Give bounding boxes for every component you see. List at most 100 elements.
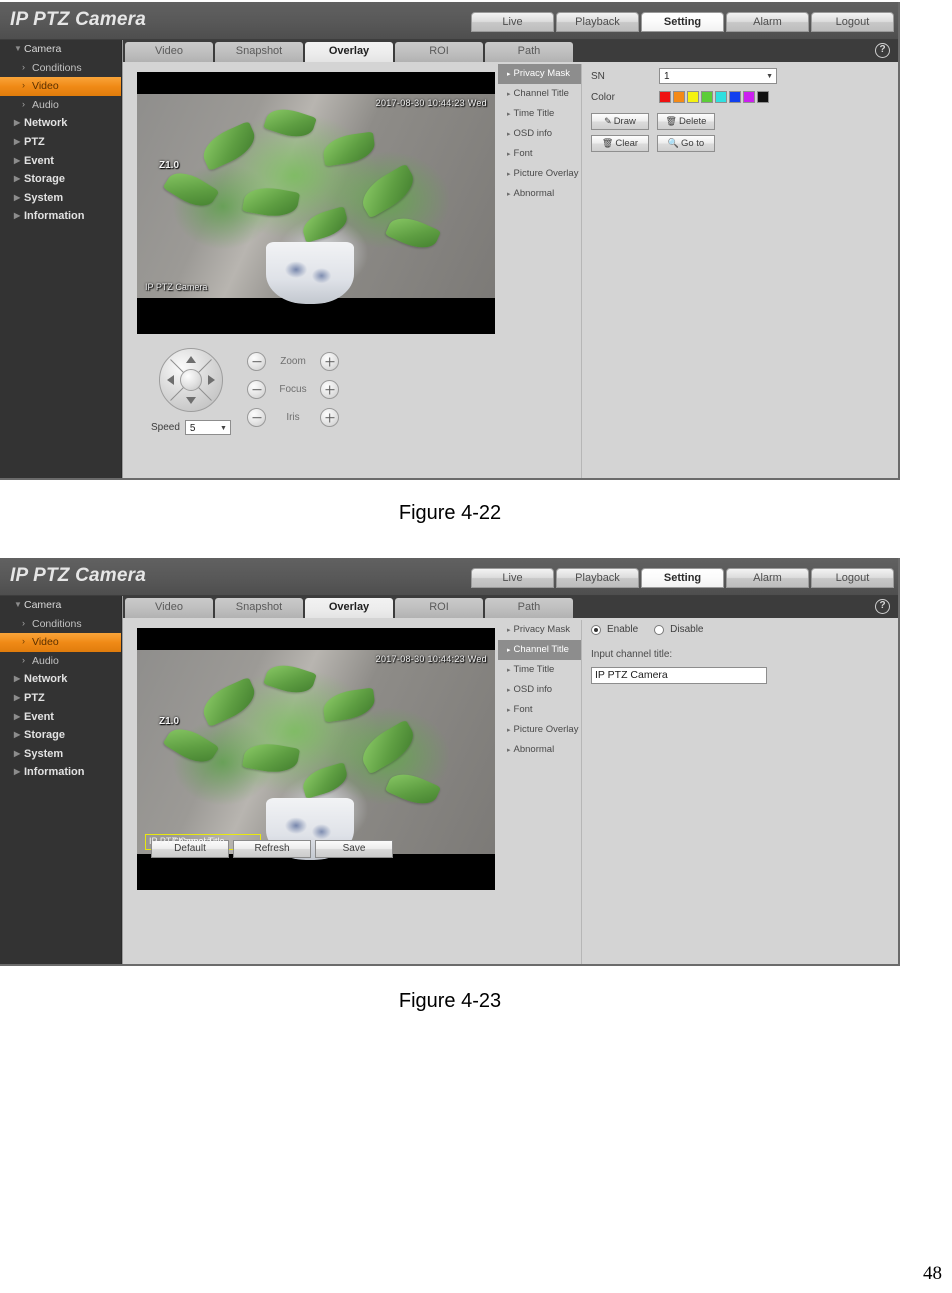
speed-select[interactable]: 5 <box>184 420 231 435</box>
overlay-item-privacy-mask[interactable]: ▸ Privacy Mask <box>498 64 581 84</box>
ptz-direction-pad[interactable] <box>159 348 223 412</box>
color-swatch-group[interactable] <box>659 91 769 103</box>
help-icon[interactable]: ? <box>875 43 890 58</box>
go-to-button[interactable]: 🔍 Go to <box>657 135 715 152</box>
enable-radio[interactable] <box>591 624 601 635</box>
color-swatch-green[interactable] <box>701 91 713 103</box>
topnav-alarm-2[interactable]: Alarm <box>726 568 809 588</box>
top-navigation[interactable]: Live Playback Setting Alarm Logout <box>471 12 894 32</box>
sidebar-item-ptz-2[interactable]: ▶ PTZ <box>0 689 121 708</box>
speed-control: Speed 5 <box>151 420 231 435</box>
tab-roi[interactable]: ROI <box>395 42 483 62</box>
clear-button[interactable]: 🗑 Clear <box>591 135 649 152</box>
tab-bar-2[interactable]: Video Snapshot Overlay ROI Path ? <box>123 596 898 618</box>
sidebar-item-ptz[interactable]: ▶ PTZ <box>0 133 121 152</box>
tab-overlay-2[interactable]: Overlay <box>305 598 393 618</box>
help-icon-2[interactable]: ? <box>875 599 890 614</box>
topnav-playback-2[interactable]: Playback <box>556 568 639 588</box>
focus-minus-icon[interactable] <box>247 380 266 399</box>
tab-bar[interactable]: Video Snapshot Overlay ROI Path ? <box>123 40 898 62</box>
topnav-live-2[interactable]: Live <box>471 568 554 588</box>
sidebar-item-video-2[interactable]: › Video <box>0 633 121 652</box>
color-swatch-cyan[interactable] <box>715 91 727 103</box>
sidebar-item-event-2[interactable]: ▶ Event <box>0 708 121 727</box>
tab-overlay[interactable]: Overlay <box>305 42 393 62</box>
overlay-item-channel-title[interactable]: ▸ Channel Title <box>498 84 581 104</box>
overlay-item-font-2[interactable]: ▸ Font <box>498 700 581 720</box>
overlay-item-osd-info[interactable]: ▸ OSD info <box>498 124 581 144</box>
video-preview[interactable]: 2017-08-30 10:44:23 Wed Z1.0 IP PTZ Came… <box>137 72 495 334</box>
topnav-alarm[interactable]: Alarm <box>726 12 809 32</box>
refresh-button[interactable]: Refresh <box>233 840 311 858</box>
overlay-item-abnormal-2[interactable]: ▸ Abnormal <box>498 740 581 760</box>
sidebar-item-conditions-2[interactable]: › Conditions <box>0 615 121 634</box>
tab-path-2[interactable]: Path <box>485 598 573 618</box>
sidebar-item-storage[interactable]: ▶ Storage <box>0 170 121 189</box>
sidebar-item-information-2[interactable]: ▶ Information <box>0 763 121 782</box>
zoom-plus-icon[interactable] <box>320 352 339 371</box>
sidebar-item-audio[interactable]: › Audio <box>0 96 121 115</box>
ptz-left-icon[interactable] <box>167 375 174 385</box>
overlay-item-font[interactable]: ▸ Font <box>498 144 581 164</box>
topnav-setting[interactable]: Setting <box>641 12 724 32</box>
ptz-up-icon[interactable] <box>186 356 196 363</box>
color-swatch-black[interactable] <box>757 91 769 103</box>
overlay-item-picture-overlay[interactable]: ▸ Picture Overlay <box>498 164 581 184</box>
top-navigation-2[interactable]: Live Playback Setting Alarm Logout <box>471 568 894 588</box>
tab-path[interactable]: Path <box>485 42 573 62</box>
overlay-item-picture-overlay-2[interactable]: ▸ Picture Overlay <box>498 720 581 740</box>
iris-minus-icon[interactable] <box>247 408 266 427</box>
draw-button[interactable]: ✎ Draw <box>591 113 649 130</box>
sn-label: SN <box>591 70 605 82</box>
sidebar-item-camera-2[interactable]: ▼ Camera <box>0 596 121 615</box>
sidebar-item-audio-2[interactable]: › Audio <box>0 652 121 671</box>
topnav-logout-2[interactable]: Logout <box>811 568 894 588</box>
color-swatch-yellow[interactable] <box>687 91 699 103</box>
overlay-item-list[interactable]: ▸ Privacy Mask ▸ Channel Title ▸ Time Title… <box>498 64 582 478</box>
sidebar-item-event[interactable]: ▶ Event <box>0 152 121 171</box>
app-body: ▼ Camera › Conditions › Video › Audio ▶ Netwo… <box>0 40 898 478</box>
color-swatch-red[interactable] <box>659 91 671 103</box>
sidebar-item-network[interactable]: ▶ Network <box>0 114 121 133</box>
tab-video[interactable]: Video <box>125 42 213 62</box>
overlay-item-privacy-mask-2[interactable]: ▸ Privacy Mask <box>498 620 581 640</box>
sidebar-item-system[interactable]: ▶ System <box>0 189 121 208</box>
channel-title-input[interactable] <box>591 666 767 684</box>
sidebar-item-network-2[interactable]: ▶ Network <box>0 670 121 689</box>
color-swatch-orange[interactable] <box>673 91 685 103</box>
sidebar-item-information[interactable]: ▶ Information <box>0 207 121 226</box>
disable-radio[interactable] <box>654 624 665 635</box>
zoom-minus-icon[interactable] <box>247 352 266 371</box>
overlay-item-list-2[interactable]: ▸ Privacy Mask ▸ Channel Title ▸ Time Title… <box>498 620 582 964</box>
ptz-down-icon[interactable] <box>186 397 196 404</box>
topnav-logout[interactable]: Logout <box>811 12 894 32</box>
tab-video-2[interactable]: Video <box>125 598 213 618</box>
sn-select[interactable]: 1 <box>659 68 777 84</box>
sidebar-item-camera[interactable]: ▼ Camera <box>0 40 121 59</box>
focus-plus-icon[interactable] <box>320 380 339 399</box>
ptz-center-button[interactable] <box>180 369 202 391</box>
overlay-item-abnormal[interactable]: ▸ Abnormal <box>498 184 581 204</box>
sidebar-navigation[interactable]: ▼ Camera › Conditions › Video › Audio ▶ Netwo… <box>0 40 122 478</box>
sidebar-item-storage-2[interactable]: ▶ Storage <box>0 726 121 745</box>
ptz-right-icon[interactable] <box>208 375 215 385</box>
color-swatch-blue[interactable] <box>729 91 741 103</box>
sidebar-item-conditions[interactable]: › Conditions <box>0 59 121 78</box>
overlay-item-channel-title-2[interactable]: ▸ Channel Title <box>498 640 581 660</box>
overlay-item-time-title[interactable]: ▸ Time Title <box>498 104 581 124</box>
sidebar-navigation-2[interactable]: ▼ Camera › Conditions › Video › Audio ▶ Netwo… <box>0 596 122 964</box>
color-swatch-magenta[interactable] <box>743 91 755 103</box>
sidebar-item-system-2[interactable]: ▶ System <box>0 745 121 764</box>
topnav-live[interactable]: Live <box>471 12 554 32</box>
topnav-setting-2[interactable]: Setting <box>641 568 724 588</box>
topnav-playback[interactable]: Playback <box>556 12 639 32</box>
tab-snapshot[interactable]: Snapshot <box>215 42 303 62</box>
overlay-item-time-title-2[interactable]: ▸ Time Title <box>498 660 581 680</box>
iris-plus-icon[interactable] <box>320 408 339 427</box>
tab-snapshot-2[interactable]: Snapshot <box>215 598 303 618</box>
tab-roi-2[interactable]: ROI <box>395 598 483 618</box>
sidebar-item-video[interactable]: › Video <box>0 77 121 96</box>
overlay-item-osd-info-2[interactable]: ▸ OSD info <box>498 680 581 700</box>
save-button[interactable]: Save <box>315 840 393 858</box>
delete-button[interactable]: 🗑 Delete <box>657 113 715 130</box>
